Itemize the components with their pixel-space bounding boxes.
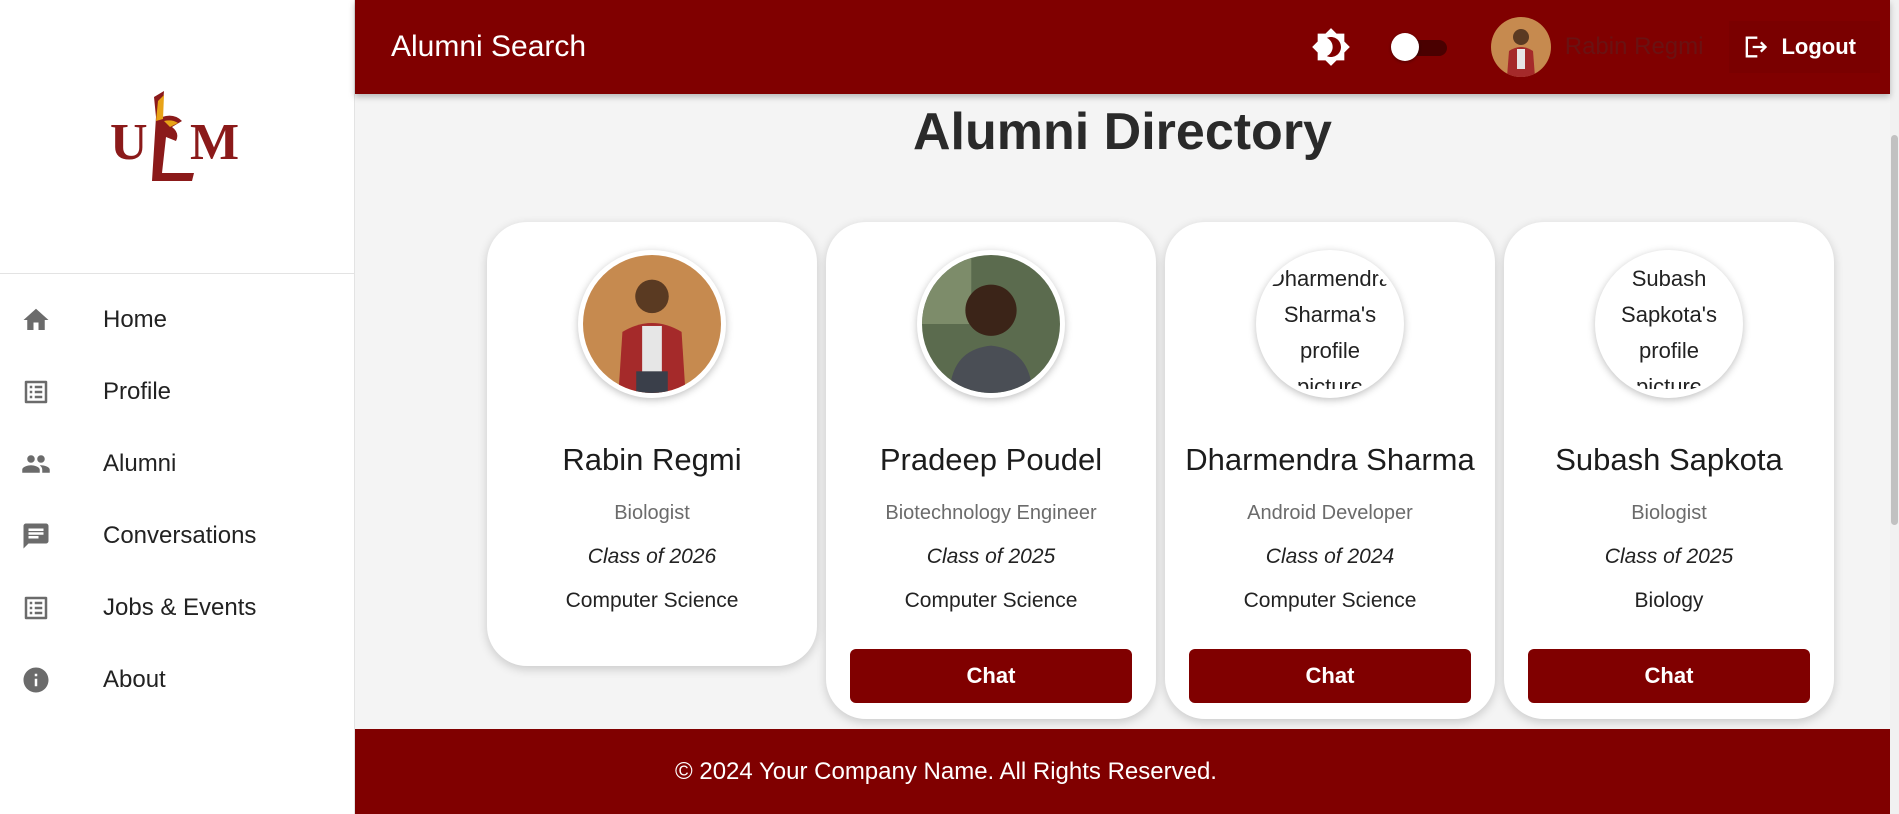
profile-picture [578, 250, 726, 398]
alumni-major: Biology [1634, 589, 1704, 612]
theme-toggle[interactable] [1390, 33, 1451, 61]
alumni-name: Dharmendra Sharma [1185, 442, 1475, 477]
alumni-card: Pradeep Poudel Biotechnology Engineer Cl… [826, 222, 1156, 719]
app-title: Alumni Search [391, 30, 587, 63]
sidebar-nav: Home Profile Alumni Conversations Jobs &… [0, 274, 354, 716]
alumni-major: Computer Science [565, 589, 739, 612]
profile-picture-alt-text: Subash Sapkota's profile picture [1621, 266, 1717, 389]
sidebar-item-conversations[interactable]: Conversations [0, 500, 354, 572]
alumni-role: Biologist [1631, 502, 1707, 524]
alumni-card: Subash Sapkota's profile picture Subash … [1504, 222, 1834, 719]
alumni-role: Biologist [614, 502, 690, 524]
alumni-card: Rabin Regmi Biologist Class of 2026 Comp… [487, 222, 817, 666]
chat-button[interactable]: Chat [1528, 649, 1810, 703]
info-icon [20, 664, 52, 696]
sidebar-item-label: Conversations [103, 522, 257, 549]
ulm-logo: U M [110, 90, 239, 181]
sidebar-item-alumni[interactable]: Alumni [0, 428, 354, 500]
sidebar-item-home[interactable]: Home [0, 284, 354, 356]
footer-copyright: © 2024 Your Company Name. All Rights Res… [675, 757, 1217, 785]
brightness-icon[interactable] [1311, 27, 1351, 67]
alumni-role: Biotechnology Engineer [885, 502, 1097, 524]
main-content: Alumni Directory Rabin Regmi Biologist C… [355, 94, 1890, 729]
logout-button[interactable]: Logout [1729, 21, 1880, 73]
logout-icon [1746, 36, 1768, 58]
alumni-class: Class of 2024 [1265, 545, 1395, 568]
alumni-role: Android Developer [1247, 502, 1413, 524]
alumni-name: Pradeep Poudel [879, 442, 1103, 477]
list-icon [20, 592, 52, 624]
logo-container: U M [0, 0, 354, 274]
alumni-card-list: Rabin Regmi Biologist Class of 2026 Comp… [487, 222, 1834, 719]
footer: © 2024 Your Company Name. All Rights Res… [355, 729, 1890, 814]
chat-button[interactable]: Chat [850, 649, 1132, 703]
list-icon [20, 376, 52, 408]
sidebar: U M Home Profile Alumni Conversations Jo… [0, 0, 355, 814]
profile-picture: Subash Sapkota's profile picture [1595, 250, 1743, 398]
alumni-major: Computer Science [1243, 589, 1417, 612]
username[interactable]: Rabin Regmi [1565, 33, 1704, 61]
svg-text:U: U [110, 114, 148, 171]
topbar: Alumni Search Rabin Regmi Logout [355, 0, 1890, 94]
alumni-name: Subash Sapkota [1555, 442, 1783, 477]
sidebar-item-label: Profile [103, 378, 172, 405]
topbar-actions: Rabin Regmi Logout [1311, 0, 1890, 94]
profile-picture-alt-text: Dharmendra Sharma's profile picture [1268, 266, 1392, 389]
alumni-card: Dharmendra Sharma's profile picture Dhar… [1165, 222, 1495, 719]
sidebar-item-jobs-events[interactable]: Jobs & Events [0, 572, 354, 644]
profile-picture [917, 250, 1065, 398]
home-icon [20, 304, 52, 336]
alumni-class: Class of 2025 [926, 545, 1056, 568]
chat-button[interactable]: Chat [1189, 649, 1471, 703]
alumni-class: Class of 2026 [587, 545, 717, 568]
sidebar-item-label: Alumni [103, 450, 177, 477]
logout-label: Logout [1781, 34, 1856, 59]
sidebar-item-label: Home [103, 306, 168, 333]
people-icon [20, 448, 52, 480]
avatar[interactable] [1490, 17, 1551, 77]
page-scrollbar[interactable] [1890, 0, 1899, 814]
toggle-thumb [1390, 33, 1419, 61]
alumni-major: Computer Science [904, 589, 1078, 612]
profile-picture: Dharmendra Sharma's profile picture [1256, 250, 1404, 398]
sidebar-item-label: About [103, 666, 166, 693]
alumni-name: Rabin Regmi [562, 442, 742, 477]
svg-text:M: M [190, 114, 239, 171]
page-title: Alumni Directory [913, 103, 1332, 161]
sidebar-item-label: Jobs & Events [103, 594, 257, 621]
sidebar-item-about[interactable]: About [0, 644, 354, 716]
scrollbar-thumb[interactable] [1891, 135, 1898, 525]
alumni-class: Class of 2025 [1604, 545, 1734, 568]
chat-icon [20, 520, 52, 552]
sidebar-item-profile[interactable]: Profile [0, 356, 354, 428]
